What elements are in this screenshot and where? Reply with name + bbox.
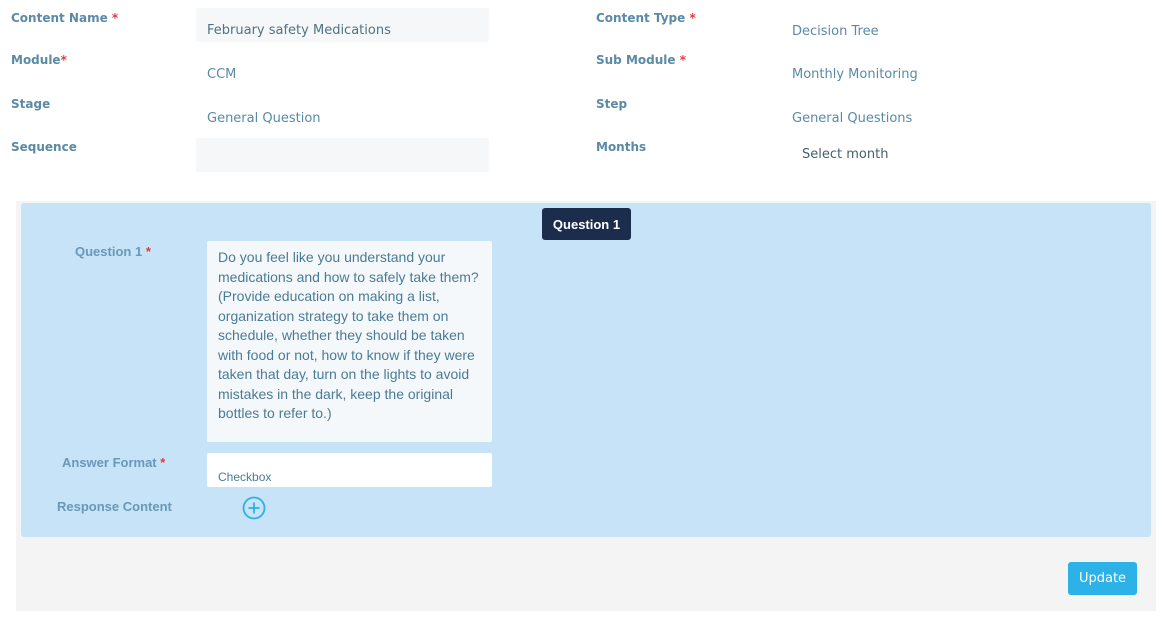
add-response-button[interactable] <box>242 496 266 520</box>
months-label: Months <box>596 140 647 154</box>
sequence-input[interactable] <box>196 138 489 172</box>
question-panel <box>21 203 1151 537</box>
content-name-label-text: Content Name <box>11 11 108 25</box>
question-label-text: Question 1 <box>75 244 143 259</box>
sub-module-label: Sub Module * <box>596 53 686 67</box>
answer-format-label: Answer Format * <box>62 455 165 470</box>
stage-value: General Question <box>207 111 321 126</box>
stage-label: Stage <box>11 97 51 111</box>
sequence-label: Sequence <box>11 140 77 154</box>
required-marker: * <box>145 244 151 259</box>
required-marker: * <box>160 455 166 470</box>
module-value: CCM <box>207 67 237 82</box>
answer-format-label-text: Answer Format <box>62 455 157 470</box>
months-select[interactable]: Select month <box>802 147 888 162</box>
step-value: General Questions <box>792 111 913 126</box>
content-name-label: Content Name * <box>11 11 118 25</box>
sub-module-value: Monthly Monitoring <box>792 67 918 82</box>
module-label-text: Module <box>11 53 61 67</box>
answer-format-value: Checkbox <box>218 470 272 484</box>
content-type-label-text: Content Type <box>596 11 686 25</box>
question-badge[interactable]: Question 1 <box>542 208 631 240</box>
step-label: Step <box>596 97 628 111</box>
question-label: Question 1 * <box>75 244 151 259</box>
update-button[interactable]: Update <box>1068 562 1137 595</box>
answer-format-select[interactable]: Checkbox <box>207 453 492 487</box>
content-type-label: Content Type * <box>596 11 696 25</box>
plus-circle-icon <box>242 496 266 520</box>
response-content-label: Response Content <box>57 499 172 514</box>
required-marker: * <box>60 53 67 67</box>
required-marker: * <box>689 11 696 25</box>
content-type-value: Decision Tree <box>792 24 879 39</box>
content-name-value: February safety Medications <box>207 23 391 38</box>
required-marker: * <box>111 11 119 25</box>
sub-module-label-text: Sub Module <box>596 53 676 67</box>
module-label: Module* <box>11 53 67 67</box>
content-name-input[interactable]: February safety Medications <box>196 8 489 42</box>
question-textarea[interactable]: Do you feel like you understand your med… <box>207 241 492 442</box>
required-marker: * <box>679 53 686 67</box>
